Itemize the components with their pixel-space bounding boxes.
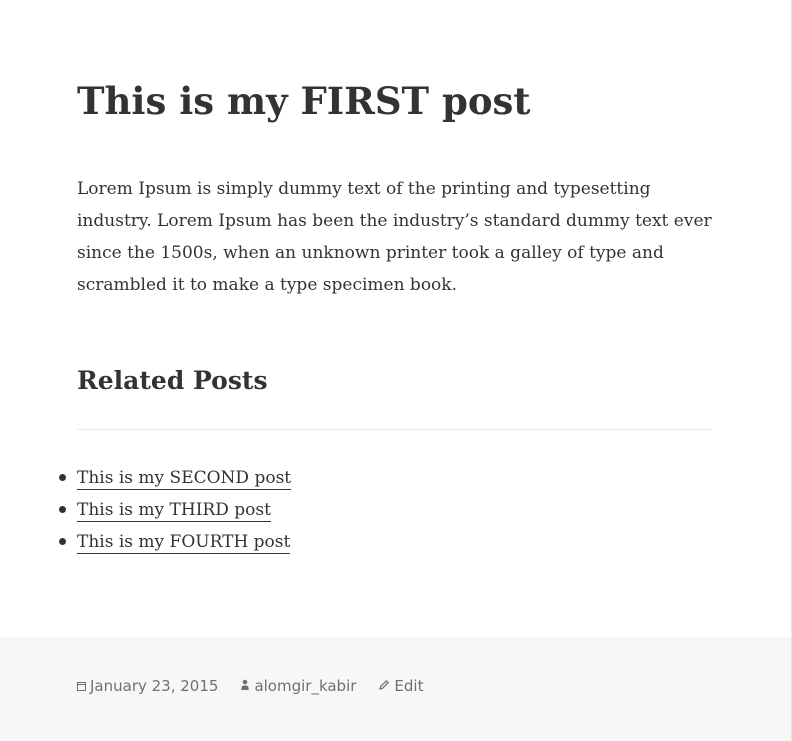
list-item: This is my SECOND post <box>59 462 292 494</box>
related-posts-list: This is my SECOND post This is my THIRD … <box>59 462 292 558</box>
related-post-link-third[interactable]: This is my THIRD post <box>77 500 271 522</box>
post-author: alomgir_kabir <box>240 677 356 695</box>
list-item: This is my FOURTH post <box>59 526 291 558</box>
post-date-link[interactable]: January 23, 2015 <box>90 677 218 695</box>
post-body: Lorem Ipsum is simply dummy text of the … <box>77 179 712 295</box>
post-edit: Edit <box>378 677 423 695</box>
divider <box>77 429 712 430</box>
post-date: January 23, 2015 <box>77 677 218 695</box>
page: This is my FIRST post Lorem Ipsum is sim… <box>0 0 792 741</box>
list-item: This is my THIRD post <box>59 494 291 526</box>
person-icon <box>240 679 250 693</box>
entry-footer: January 23, 2015 alomgir_kabir Edit <box>0 637 791 741</box>
post-title: This is my FIRST post <box>77 79 531 123</box>
edit-link[interactable]: Edit <box>394 677 423 695</box>
related-post-link-fourth[interactable]: This is my FOURTH post <box>77 532 291 554</box>
bullet <box>59 474 66 481</box>
bullet <box>59 506 66 513</box>
pencil-icon <box>378 679 390 693</box>
calendar-icon <box>77 681 86 691</box>
related-posts-heading: Related Posts <box>77 366 268 395</box>
related-post-link-second[interactable]: This is my SECOND post <box>77 468 292 490</box>
bullet <box>59 538 66 545</box>
post-meta: January 23, 2015 alomgir_kabir Edit <box>77 677 445 695</box>
post-author-link[interactable]: alomgir_kabir <box>254 677 356 695</box>
